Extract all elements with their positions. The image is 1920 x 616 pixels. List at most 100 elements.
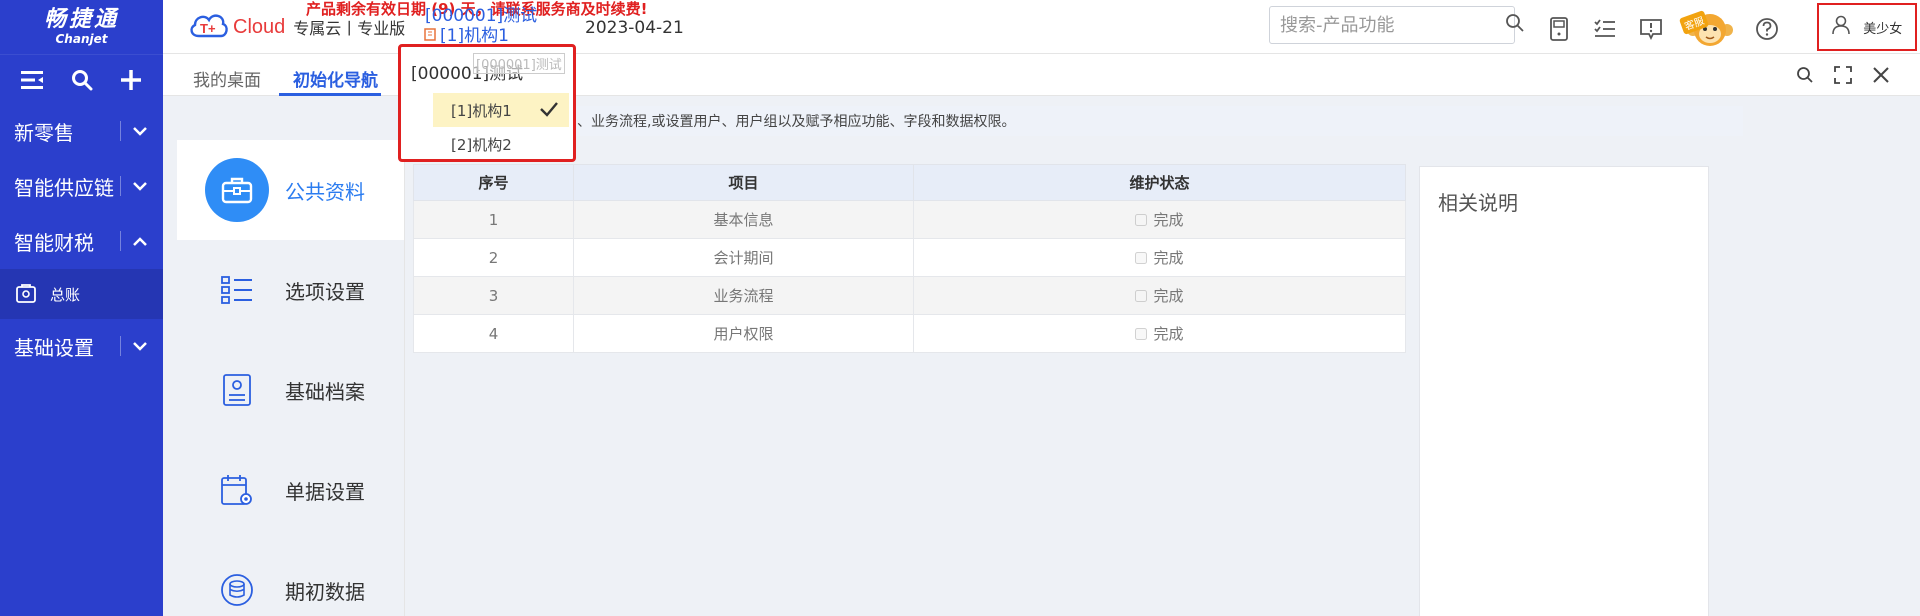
table-row[interactable]: 1 基本信息 完成 bbox=[413, 200, 1406, 239]
init-steps: 公共资料 选项设置 基础档案 单据设置 期初数据 bbox=[177, 140, 405, 616]
close-icon[interactable] bbox=[1870, 64, 1892, 86]
cell-item: 业务流程 bbox=[573, 276, 914, 315]
table-row[interactable]: 2 会计期间 完成 bbox=[413, 238, 1406, 277]
nav-label: 智能供应链 bbox=[14, 176, 114, 200]
cell-no: 3 bbox=[413, 276, 574, 315]
nav-divider bbox=[120, 336, 121, 356]
org-selector[interactable]: [1]机构1 bbox=[423, 26, 509, 46]
tab-my-desktop[interactable]: 我的桌面 bbox=[193, 66, 261, 91]
svg-text:T+: T+ bbox=[200, 21, 216, 36]
tab-tools bbox=[1778, 64, 1892, 86]
status-label: 完成 bbox=[1153, 211, 1184, 229]
add-icon[interactable] bbox=[116, 65, 146, 95]
cell-status: 完成 bbox=[913, 276, 1406, 315]
customer-service-button[interactable]: 客服 bbox=[1678, 10, 1739, 48]
monkey-mascot-icon bbox=[1681, 14, 1739, 52]
cell-status: 完成 bbox=[913, 314, 1406, 353]
step-label: 期初数据 bbox=[285, 579, 365, 604]
profile-card-icon bbox=[205, 358, 269, 422]
tab-init-guide[interactable]: 初始化导航 bbox=[293, 66, 378, 91]
org-option-1[interactable]: [1]机构1 bbox=[433, 93, 569, 127]
status-label: 完成 bbox=[1153, 325, 1184, 343]
cell-item: 会计期间 bbox=[573, 238, 914, 277]
status-checkbox[interactable] bbox=[1135, 289, 1148, 302]
nav-label: 新零售 bbox=[14, 121, 74, 145]
search-icon[interactable] bbox=[67, 65, 97, 95]
status-label: 完成 bbox=[1153, 249, 1184, 267]
briefcase-icon bbox=[205, 158, 269, 222]
search-icon[interactable] bbox=[1794, 64, 1816, 86]
org-label: [1]机构1 bbox=[440, 26, 509, 46]
chevron-down-icon[interactable] bbox=[131, 123, 149, 141]
status-checkbox[interactable] bbox=[1135, 327, 1148, 340]
status-checkbox[interactable] bbox=[1135, 213, 1148, 226]
step-label: 基础档案 bbox=[285, 379, 365, 404]
nav-label: 基础设置 bbox=[14, 336, 94, 360]
table-header-row: 序号 项目 维护状态 bbox=[413, 164, 1406, 201]
cell-no: 4 bbox=[413, 314, 574, 353]
maintenance-table: 序号 项目 维护状态 1 基本信息 完成 2 会计期间 完成 3 业务流程 完成… bbox=[413, 164, 1406, 353]
function-search-input[interactable] bbox=[1280, 14, 1505, 36]
fullscreen-icon[interactable] bbox=[1832, 64, 1854, 86]
col-header-no: 序号 bbox=[413, 164, 574, 201]
calculator-icon[interactable] bbox=[1543, 13, 1575, 45]
chevron-down-icon[interactable] bbox=[131, 338, 149, 356]
org-option-2[interactable]: [2]机构2 bbox=[433, 127, 569, 161]
nav-item-basic-settings[interactable]: 基础设置 bbox=[0, 319, 163, 374]
table-row[interactable]: 4 用户权限 完成 bbox=[413, 314, 1406, 353]
table-row[interactable]: 3 业务流程 完成 bbox=[413, 276, 1406, 315]
step-public-data[interactable]: 公共资料 bbox=[177, 140, 404, 240]
message-icon[interactable] bbox=[1635, 13, 1667, 45]
nav-item-finance-tax[interactable]: 智能财税 bbox=[0, 214, 163, 269]
sidebar-tools bbox=[0, 54, 163, 104]
help-icon[interactable] bbox=[1751, 13, 1783, 45]
user-icon bbox=[1831, 15, 1850, 39]
cell-status: 完成 bbox=[913, 238, 1406, 277]
col-header-item: 项目 bbox=[573, 164, 914, 201]
nav-divider bbox=[120, 121, 121, 141]
username: 美少女 bbox=[1863, 21, 1903, 37]
logo-cn: 畅捷通 bbox=[43, 7, 119, 32]
database-icon bbox=[205, 558, 269, 616]
step-label: 公共资料 bbox=[285, 179, 365, 204]
status-checkbox[interactable] bbox=[1135, 251, 1148, 264]
business-date: 2023-04-21 bbox=[585, 18, 684, 38]
notice-bar: 修改基本信息、会计期间、业务流程,或设置用户、用户组以及赋予相应功能、字段和数据… bbox=[413, 106, 1743, 136]
chevron-up-icon[interactable] bbox=[131, 233, 149, 251]
checklist-icon bbox=[205, 258, 269, 322]
step-document-settings[interactable]: 单据设置 bbox=[177, 440, 404, 540]
logo-en: Chanjet bbox=[55, 32, 108, 46]
sub-item-general-ledger[interactable]: 总账 bbox=[0, 269, 163, 319]
col-header-status: 维护状态 bbox=[913, 164, 1406, 201]
step-opening-data[interactable]: 期初数据 bbox=[177, 540, 404, 616]
user-menu[interactable]: 美少女 bbox=[1817, 3, 1917, 51]
sidebar: 畅捷通 Chanjet 新零售 智能供应链 智能财税 总账 基础设置 bbox=[0, 0, 163, 616]
org-dropdown: [000001]测试 [000001]测试 [1]机构1 [2]机构2 bbox=[398, 44, 576, 162]
ledger-icon bbox=[14, 282, 38, 306]
calendar-gear-icon bbox=[205, 458, 269, 522]
company-selector[interactable]: [000001]测试 bbox=[425, 6, 537, 26]
step-basic-archive[interactable]: 基础档案 bbox=[177, 340, 404, 440]
nav-divider bbox=[120, 176, 121, 196]
function-search-box bbox=[1269, 6, 1524, 44]
cell-status: 完成 bbox=[913, 200, 1406, 239]
org-option-label: [2]机构2 bbox=[451, 135, 512, 154]
search-icon[interactable] bbox=[1505, 13, 1525, 37]
nav-label: 智能财税 bbox=[14, 231, 94, 255]
nav-item-supply-chain[interactable]: 智能供应链 bbox=[0, 159, 163, 214]
menu-collapse-icon[interactable] bbox=[18, 65, 48, 95]
tcloud-logo-icon: T+ bbox=[187, 8, 231, 46]
building-icon bbox=[423, 26, 437, 46]
nav-item-new-retail[interactable]: 新零售 bbox=[0, 104, 163, 159]
chanjet-logo[interactable]: 畅捷通 Chanjet bbox=[0, 0, 163, 54]
step-option-settings[interactable]: 选项设置 bbox=[177, 240, 404, 340]
step-label: 选项设置 bbox=[285, 279, 365, 304]
task-list-icon[interactable] bbox=[1589, 13, 1621, 45]
main-content: 修改基本信息、会计期间、业务流程,或设置用户、用户组以及赋予相应功能、字段和数据… bbox=[163, 96, 1743, 616]
status-label: 完成 bbox=[1153, 287, 1184, 305]
chevron-down-icon[interactable] bbox=[131, 178, 149, 196]
step-label: 单据设置 bbox=[285, 479, 365, 504]
checkmark-icon bbox=[539, 101, 559, 121]
org-option-label: [1]机构1 bbox=[451, 101, 512, 120]
cell-item: 基本信息 bbox=[573, 200, 914, 239]
